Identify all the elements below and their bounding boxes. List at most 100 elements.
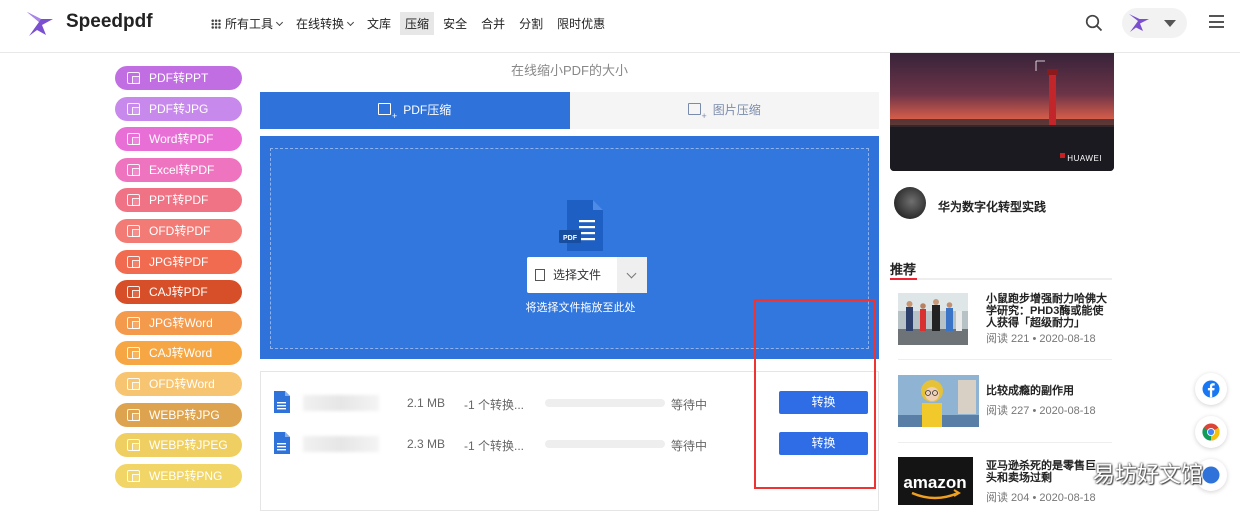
sidebar-tool-item[interactable]: PDF转PPT <box>115 66 242 90</box>
sidebar-tool-item[interactable]: Excel转PDF <box>115 157 242 182</box>
tab-image-compress[interactable]: 图片压缩 <box>569 92 879 129</box>
image-convert-icon <box>127 469 140 482</box>
sidebar-tool-item[interactable]: OFD转PDF <box>115 218 242 243</box>
highlight-box <box>754 299 876 489</box>
sidebar-tool-item[interactable]: PDF转JPG <box>115 96 242 121</box>
conversion-status: -1 个转换... <box>464 439 525 453</box>
speedpdf-logo-icon[interactable] <box>24 8 56 40</box>
search-icon[interactable] <box>1085 14 1103 32</box>
file-name-blurred <box>303 436 379 452</box>
recommend-heading: 推荐 <box>890 262 917 277</box>
file-icon <box>274 391 290 413</box>
progress-bar <box>545 399 665 407</box>
image-convert-icon <box>127 72 140 84</box>
tab-label: PDF压缩 <box>403 103 452 117</box>
sidebar-tool-item[interactable]: WEBP转JPG <box>115 402 242 427</box>
article-thumbnail: amazon <box>898 457 973 505</box>
read-count: 阅读 227 <box>986 405 1030 417</box>
main-nav: 所有工具 在线转换 文库 压缩 安全 合并 分割 限时优惠 <box>206 12 610 35</box>
sidebar-tool-item[interactable]: Word转PDF <box>115 127 242 152</box>
image-convert-icon <box>127 347 140 360</box>
article-meta: 阅读 204 • 2020-08-18 <box>986 492 1096 504</box>
nav-limited-offer[interactable]: 限时优惠 <box>552 12 610 35</box>
sidebar-tool-label: WEBP转PNG <box>149 468 223 483</box>
waiting-status: 等待中 <box>671 439 708 453</box>
ad-banner[interactable]: HUAWEI <box>890 53 1114 171</box>
nav-label: 所有工具 <box>225 17 274 31</box>
sidebar-tool-label: OFD转PDF <box>149 223 211 238</box>
nav-all-tools[interactable]: 所有工具 <box>206 12 287 35</box>
user-menu[interactable] <box>1122 8 1187 38</box>
sidebar-tool-item[interactable]: WEBP转PNG <box>115 463 242 488</box>
tool-sidebar: PDF转PPT PDF转JPG Word转PDF Excel转PDF PPT转PDF OF… <box>115 66 242 494</box>
chrome-share-button[interactable] <box>1195 416 1227 448</box>
article-title[interactable]: 亚马逊杀死的是零售巨头和卖场过剩 <box>986 460 1104 484</box>
sidebar-tool-item[interactable]: JPG转PDF <box>115 249 242 274</box>
article-meta: 阅读 227 • 2020-08-18 <box>986 405 1096 417</box>
nav-security[interactable]: 安全 <box>438 12 472 35</box>
sidebar-tool-label: WEBP转JPEG <box>149 438 228 453</box>
nav-library[interactable]: 文库 <box>362 12 396 35</box>
source-dropdown-button[interactable] <box>617 257 647 293</box>
sidebar-tool-label: CAJ转PDF <box>149 285 208 300</box>
sidebar-tool-label: Excel转PDF <box>149 162 215 177</box>
file-size: 2.1 MB <box>407 396 446 410</box>
article-date: 2020-08-18 <box>1039 333 1096 345</box>
image-convert-icon <box>127 194 140 207</box>
sidebar-tool-item[interactable]: CAJ转PDF <box>115 280 242 305</box>
article-meta: 阅读 221 • 2020-08-18 <box>986 333 1096 345</box>
amazon-logo: amazon <box>903 473 966 492</box>
chevron-down-icon <box>346 18 355 27</box>
file-size: 2.3 MB <box>407 437 446 451</box>
sidebar-tool-label: CAJ转Word <box>149 346 213 361</box>
compress-tabs: PDF压缩 图片压缩 <box>260 92 879 129</box>
page-subtitle: 在线缩小PDF的大小 <box>510 63 628 78</box>
sidebar-tool-item[interactable]: CAJ转Word <box>115 341 242 366</box>
nav-label: 在线转换 <box>296 17 345 31</box>
chevron-down-icon <box>275 18 284 27</box>
sidebar-tool-label: PPT转PDF <box>149 193 209 208</box>
read-count: 阅读 221 <box>986 333 1030 345</box>
file-name-blurred <box>303 395 379 411</box>
pdf-badge-label: PDF <box>563 235 578 242</box>
file-icon <box>274 432 290 454</box>
select-file-button-group: 选择文件 <box>527 257 647 293</box>
sidebar-tool-label: OFD转Word <box>149 376 215 391</box>
sidebar-tool-item[interactable]: WEBP转JPEG <box>115 433 242 458</box>
image-convert-icon <box>127 377 140 390</box>
nav-merge[interactable]: 合并 <box>476 12 510 35</box>
conversion-status: -1 个转换... <box>464 398 525 412</box>
article-date: 2020-08-18 <box>1039 492 1096 504</box>
brand-name[interactable]: Speedpdf <box>66 11 153 33</box>
image-convert-icon <box>127 439 140 452</box>
article-title[interactable]: 比较成瘾的副作用 <box>986 385 1112 397</box>
sidebar-tool-item[interactable]: OFD转Word <box>115 371 242 396</box>
sidebar-tool-label: JPG转PDF <box>149 254 209 269</box>
sidebar-tool-item[interactable]: PPT转PDF <box>115 188 242 213</box>
image-convert-icon <box>127 224 140 237</box>
divider <box>898 442 1112 443</box>
facebook-share-button[interactable] <box>1195 373 1227 405</box>
nav-split[interactable]: 分割 <box>514 12 548 35</box>
sidebar-tool-item[interactable]: JPG转Word <box>115 310 242 335</box>
sidebar-tool-label: PDF转JPG <box>149 101 209 116</box>
nav-online-convert[interactable]: 在线转换 <box>291 12 358 35</box>
sidebar-tool-label: JPG转Word <box>149 315 213 330</box>
image-convert-icon <box>127 408 140 421</box>
image-convert-icon <box>127 102 140 115</box>
tab-pdf-compress[interactable]: PDF压缩 <box>260 92 570 129</box>
select-file-label: 选择文件 <box>553 268 602 282</box>
divider <box>898 359 1112 360</box>
select-file-button[interactable]: 选择文件 <box>527 257 617 293</box>
nav-compress[interactable]: 压缩 <box>400 12 435 35</box>
sidebar-tool-label: Word转PDF <box>149 132 214 147</box>
progress-bar <box>545 440 665 448</box>
image-convert-icon <box>127 133 140 146</box>
article-thumbnail <box>898 375 979 427</box>
article-title[interactable]: 小鼠跑步增强耐力哈佛大学研究：PHD3酶或能使人获得「超级耐力」 <box>986 293 1112 329</box>
pdf-file-icon: PDF <box>559 200 603 251</box>
hamburger-menu-icon[interactable] <box>1209 15 1224 28</box>
author-title[interactable]: 华为数字化转型实践 <box>938 198 1046 215</box>
author-avatar[interactable] <box>894 187 926 219</box>
read-count: 阅读 204 <box>986 492 1030 504</box>
